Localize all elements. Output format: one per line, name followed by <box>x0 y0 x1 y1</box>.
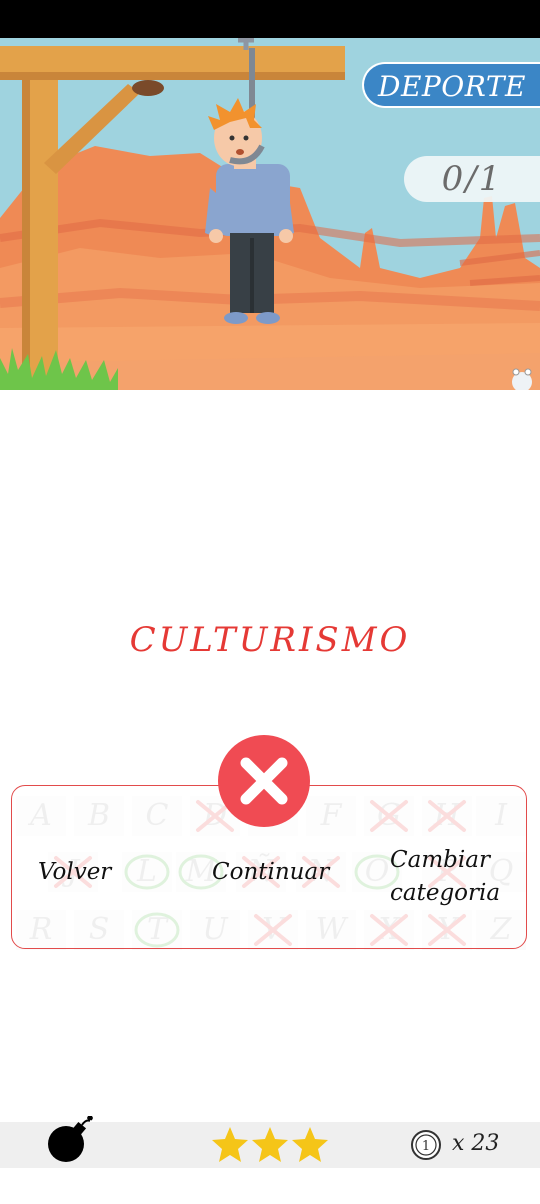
star-icon <box>292 1127 328 1162</box>
change-category-label-2: categoria <box>390 880 501 906</box>
continue-button[interactable]: Continuar <box>212 859 329 885</box>
svg-text:1: 1 <box>422 1139 430 1154</box>
category-badge[interactable]: DEPORTE <box>362 62 540 108</box>
change-category-button[interactable]: Cambiar categoria <box>390 844 501 910</box>
star-rating <box>210 1124 330 1166</box>
coin-icon: 1 <box>410 1129 442 1161</box>
bomb-icon[interactable] <box>46 1115 96 1166</box>
star-icon <box>212 1127 248 1162</box>
close-x-icon <box>218 735 310 827</box>
status-bar <box>0 0 540 38</box>
star-icon <box>252 1127 288 1162</box>
coin-count: x 23 <box>452 1131 500 1156</box>
change-category-label-1: Cambiar <box>390 847 490 873</box>
back-button[interactable]: Volver <box>38 859 111 885</box>
solution-word: CULTURISMO <box>129 620 411 660</box>
score-indicator: 0/1 <box>404 156 540 202</box>
